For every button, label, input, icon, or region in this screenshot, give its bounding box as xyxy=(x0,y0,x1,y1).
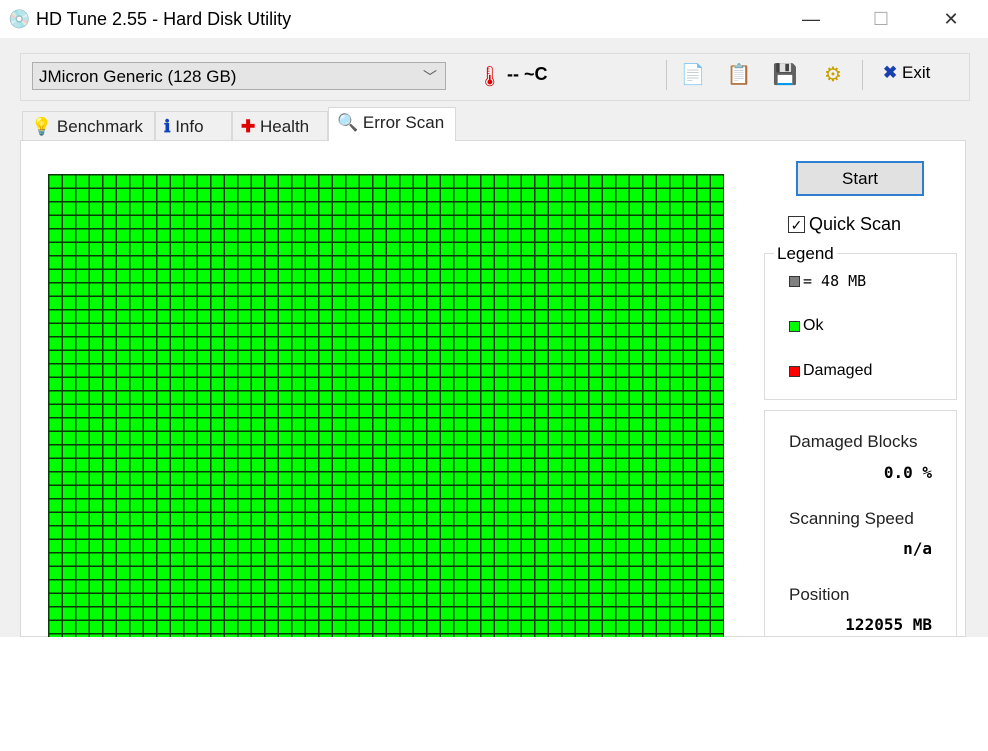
tab-benchmark[interactable]: 💡 Benchmark xyxy=(22,111,155,140)
legend-label: Ok xyxy=(803,317,824,334)
drive-select-value: JMicron Generic (128 GB) xyxy=(39,67,237,86)
legend-ok: Ok xyxy=(789,317,823,335)
tab-label: Error Scan xyxy=(362,113,445,132)
quick-scan-checkbox[interactable]: ✓ Quick Scan xyxy=(788,214,901,235)
tab-health[interactable]: ✚ Health xyxy=(232,111,328,140)
window-title: HD Tune 2.55 - Hard Disk Utility xyxy=(36,9,292,29)
start-button[interactable]: Start xyxy=(796,161,924,196)
maximize-button[interactable]: ☐ xyxy=(858,0,904,38)
info-icon: ℹ xyxy=(164,117,171,136)
tab-label: Benchmark xyxy=(56,117,143,136)
legend-title: Legend xyxy=(774,244,837,264)
tab-label: Info xyxy=(175,117,204,136)
minimize-button[interactable]: — xyxy=(788,0,834,38)
tab-error-scan[interactable]: 🔍 Error Scan xyxy=(328,107,456,141)
damaged-blocks-label: Damaged Blocks xyxy=(789,432,918,451)
thermometer-icon: 🌡 xyxy=(477,66,503,88)
checkbox-check-icon: ✓ xyxy=(788,216,805,233)
legend-block-size: = 48 MB xyxy=(789,272,866,290)
toolbar-divider xyxy=(666,60,667,90)
magnifier-icon: 🔍 xyxy=(337,113,359,132)
legend-label: Damaged xyxy=(803,362,873,379)
copy-text-icon[interactable]: 📄 xyxy=(680,62,706,88)
temperature-readout: -- ~C xyxy=(507,64,548,84)
copy-screenshot-icon[interactable]: 📋 xyxy=(726,62,752,88)
scanning-speed-label: Scanning Speed xyxy=(789,509,914,528)
legend-damaged: Damaged xyxy=(789,362,872,380)
green-swatch xyxy=(789,320,800,332)
damaged-blocks-value: 0.0 % xyxy=(883,463,932,482)
block-map-grid xyxy=(48,174,724,637)
chevron-down-icon: ﹀ xyxy=(423,69,437,85)
toolbar-divider xyxy=(862,60,863,90)
drive-select[interactable]: JMicron Generic (128 GB) ﹀ xyxy=(32,62,446,90)
quick-scan-label: Quick Scan xyxy=(809,214,902,234)
save-icon[interactable]: 💾 xyxy=(772,62,798,88)
position-label: Position xyxy=(789,585,850,604)
app-disk-icon: 💿 xyxy=(8,9,31,29)
exit-button[interactable]: ✖ Exit xyxy=(883,63,930,83)
health-cross-icon: ✚ xyxy=(241,117,256,136)
red-swatch xyxy=(789,365,800,377)
gray-swatch xyxy=(789,275,800,287)
close-button[interactable]: ✕ xyxy=(928,0,974,38)
tab-info[interactable]: ℹ Info xyxy=(155,111,232,140)
bulb-icon: 💡 xyxy=(31,117,53,136)
exit-label: Exit xyxy=(901,63,931,82)
legend-label: = 48 MB xyxy=(803,272,867,290)
title-bar: 💿 HD Tune 2.55 - Hard Disk Utility — ☐ ✕ xyxy=(0,0,988,38)
options-icon[interactable]: ⚙ xyxy=(820,62,846,88)
tab-label: Health xyxy=(259,117,310,136)
position-value: 122055 MB xyxy=(845,615,932,634)
scanning-speed-value: n/a xyxy=(903,539,932,558)
close-x-icon: ✖ xyxy=(883,63,898,82)
